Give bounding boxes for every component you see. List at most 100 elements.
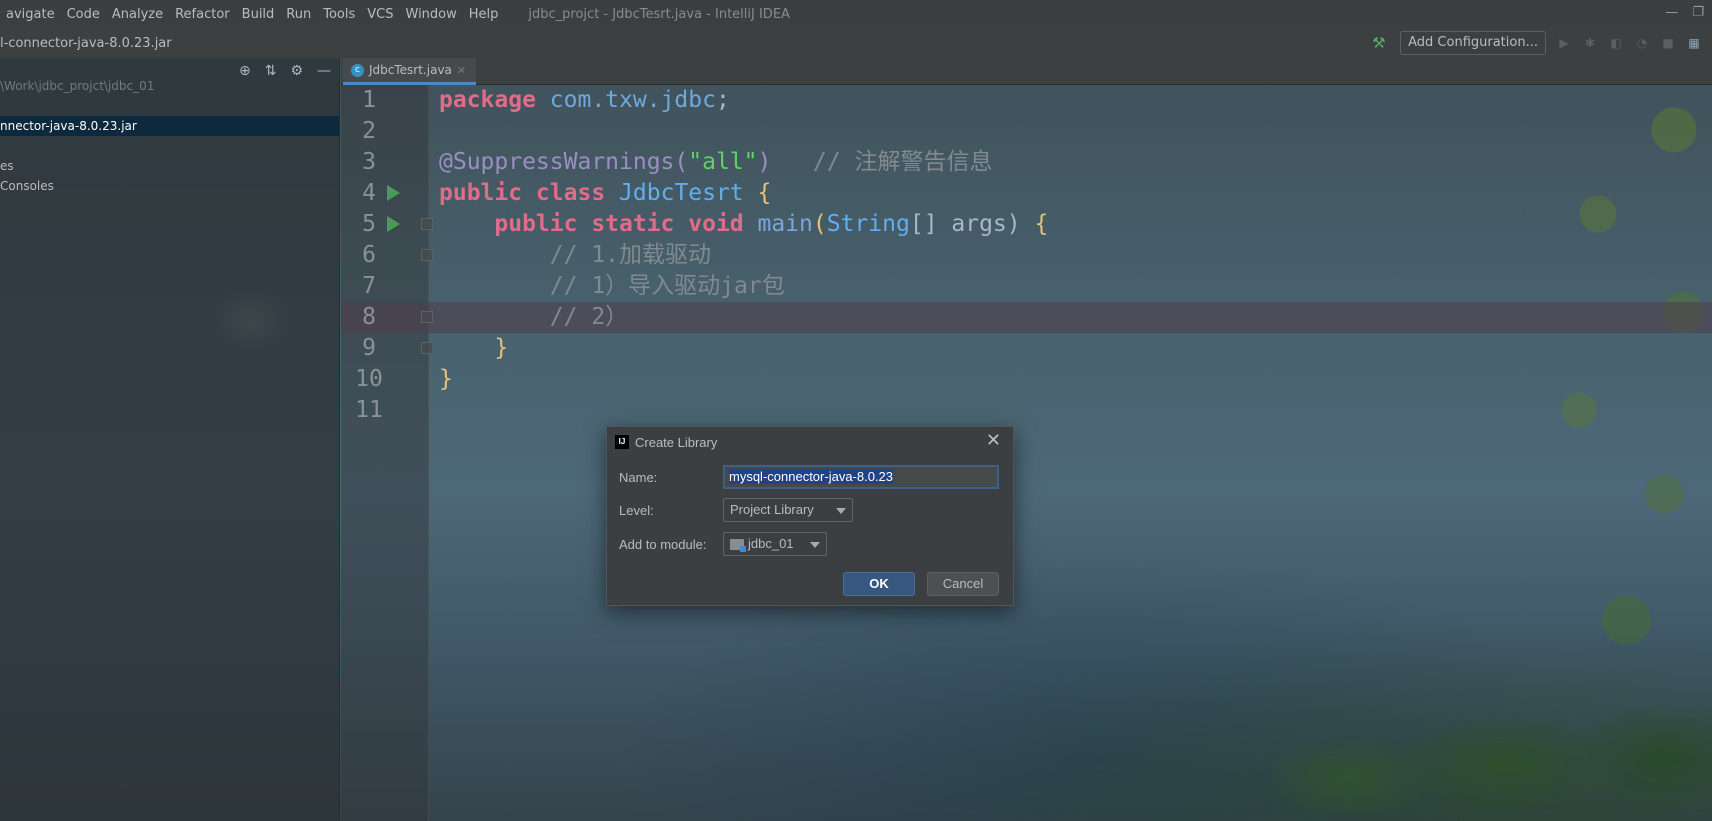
tree-row-external-libraries[interactable]: es (0, 156, 339, 176)
keyword: public class (439, 180, 606, 206)
brace: { (1034, 211, 1049, 237)
tree-row-empty[interactable] (0, 96, 339, 116)
fold-marker-icon[interactable] (421, 218, 433, 230)
add-to-module-label: Add to module: (619, 537, 707, 552)
fold-marker-icon[interactable] (421, 249, 433, 261)
class-name: JdbcTesrt (619, 180, 744, 206)
menu-code[interactable]: Code (61, 7, 106, 22)
menu-analyze[interactable]: Analyze (106, 7, 169, 22)
current-code-line: 8 // 2） (341, 302, 1712, 333)
code-line: 10 } (341, 364, 1712, 395)
window-title: jdbc_projct - JdbcTesrt.java - IntelliJ … (528, 6, 790, 22)
comment: // 1.加载驱动 (439, 240, 711, 271)
keyword: public static void (494, 211, 744, 237)
menu-help[interactable]: Help (463, 7, 505, 22)
debug-icon[interactable]: ✱ (1582, 35, 1598, 51)
line-number: 8 (362, 304, 376, 330)
add-configuration-button[interactable]: Add Configuration... (1400, 31, 1546, 55)
line-number: 1 (362, 87, 376, 113)
restore-icon[interactable]: ❐ (1692, 5, 1704, 20)
fold-marker-icon[interactable] (421, 342, 433, 354)
minimize-icon[interactable]: — (1665, 5, 1678, 20)
module-dropdown[interactable]: jdbc_01 (723, 532, 827, 556)
project-panel-actions: ⊕ ⇅ ⚙ — (239, 63, 331, 79)
menu-run[interactable]: Run (280, 7, 317, 22)
run-toolbar: ⚒ Add Configuration... ▶ ✱ ◧ ◔ ■ ▦ (1372, 31, 1702, 55)
code-line: 4 public class JdbcTesrt { (341, 178, 1712, 209)
collapse-all-icon[interactable]: ⇅ (265, 63, 277, 79)
intellij-logo-icon: IJ (615, 435, 629, 449)
chevron-down-icon (810, 542, 820, 548)
menu-build[interactable]: Build (236, 7, 281, 22)
line-number: 11 (355, 397, 383, 423)
gear-icon[interactable]: ⚙ (290, 63, 303, 79)
level-label: Level: (619, 503, 654, 518)
line-number: 10 (355, 366, 383, 392)
project-panel-header: ⊕ ⇅ ⚙ — (0, 58, 339, 86)
tree-row-empty-2[interactable] (0, 136, 339, 156)
line-number: 5 (362, 211, 376, 237)
close-icon[interactable]: ✕ (986, 430, 1001, 451)
library-name-input[interactable]: mysql-connector-java-8.0.23 (723, 465, 999, 489)
stop-icon[interactable]: ■ (1660, 35, 1676, 51)
module-icon (730, 538, 746, 552)
build-hammer-icon[interactable]: ⚒ (1372, 34, 1390, 52)
line-number: 9 (362, 335, 376, 361)
params: [] args) (909, 211, 1021, 237)
run-icon[interactable]: ▶ (1556, 35, 1572, 51)
menu-navigate[interactable]: avigate (0, 7, 61, 22)
coverage-icon[interactable]: ◧ (1608, 35, 1624, 51)
window-controls: — ❐ (1665, 5, 1704, 20)
tree-row-scratches-consoles[interactable]: Consoles (0, 176, 339, 196)
level-dropdown[interactable]: Project Library (723, 498, 853, 522)
tree-row-jar-selected[interactable]: nnector-java-8.0.23.jar (0, 116, 339, 136)
module-value: jdbc_01 (748, 536, 794, 551)
code-line: 2 (341, 116, 1712, 147)
brace: } (494, 335, 509, 361)
comment-text: // 1）导入驱动jar包 (549, 273, 785, 299)
line-number: 4 (362, 180, 376, 206)
annotation: @SuppressWarnings( (439, 149, 689, 175)
breadcrumb[interactable]: l-connector-java-8.0.23.jar (0, 36, 172, 51)
line-number: 3 (362, 149, 376, 175)
menu-refactor[interactable]: Refactor (169, 7, 236, 22)
selected-text: mysql-connector-java-8.0.23 (729, 469, 894, 484)
code-line: 7 // 1）导入驱动jar包 (341, 271, 1712, 302)
run-class-icon[interactable] (387, 185, 400, 201)
run-main-icon[interactable] (387, 216, 400, 232)
code-line: 11 (341, 395, 1712, 426)
level-value: Project Library (730, 502, 814, 517)
code-editor[interactable]: 1 package com.txw.jdbc; 2 3 @SuppressWar… (341, 85, 1712, 821)
hide-panel-icon[interactable]: — (317, 63, 331, 79)
code-line: 1 package com.txw.jdbc; (341, 85, 1712, 116)
menu-tools[interactable]: Tools (317, 7, 361, 22)
code-line: 3 @SuppressWarnings("all") // 注解警告信息 (341, 147, 1712, 178)
menu-vcs[interactable]: VCS (361, 7, 399, 22)
comment: // 注解警告信息 (812, 149, 993, 175)
comment: // 1）导入驱动jar包 (439, 271, 785, 302)
dialog-title-bar: IJ Create Library (615, 432, 717, 452)
menu-window[interactable]: Window (400, 7, 463, 22)
ok-button[interactable]: OK (843, 572, 915, 596)
navigation-bar: l-connector-java-8.0.23.jar ⚒ Add Config… (0, 28, 1712, 58)
java-class-icon: c (351, 63, 364, 77)
keyword: package (439, 87, 536, 113)
line-number: 2 (362, 118, 376, 144)
comment-text: // 1.加载驱动 (549, 242, 712, 268)
fold-marker-icon[interactable] (421, 311, 433, 323)
tab-jdbctesrt-java[interactable]: c JdbcTesrt.java ✕ (343, 58, 477, 85)
locate-icon[interactable]: ⊕ (239, 63, 251, 79)
annotation-close: ) (757, 149, 772, 175)
menu-bar: avigate Code Analyze Refactor Build Run … (0, 0, 1712, 28)
code-text: package com.txw.jdbc; (439, 85, 730, 116)
code-line: 9 } (341, 333, 1712, 364)
cancel-button[interactable]: Cancel (927, 572, 999, 596)
brace: } (439, 366, 453, 392)
project-structure-icon[interactable]: ▦ (1686, 35, 1702, 51)
code-line: 5 public static void main(String[] args)… (341, 209, 1712, 240)
close-icon[interactable]: ✕ (457, 64, 466, 77)
editor-tab-bar: c JdbcTesrt.java ✕ (341, 58, 1712, 85)
profile-icon[interactable]: ◔ (1634, 35, 1650, 51)
code-line: 6 // 1.加载驱动 (341, 240, 1712, 271)
brace: { (757, 180, 772, 206)
